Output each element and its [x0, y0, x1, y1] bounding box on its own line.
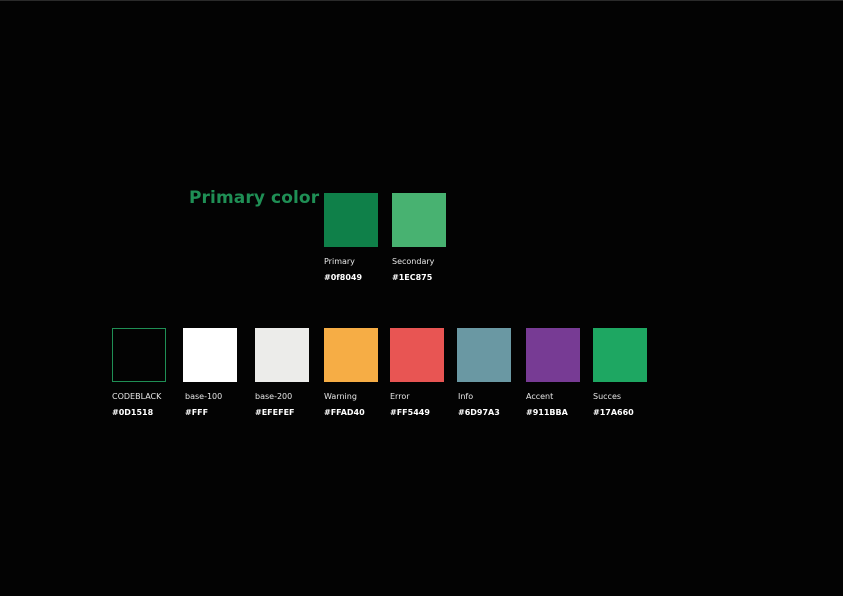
color-swatch: [324, 328, 378, 382]
color-swatch: [112, 328, 166, 382]
swatch-hex: #0f8049: [324, 273, 363, 282]
swatch-hex: #6D97A3: [458, 408, 500, 417]
swatch-hex: #17A660: [593, 408, 634, 417]
swatch-hex: #FF5449: [390, 408, 430, 417]
color-swatch: [526, 328, 580, 382]
swatch-name: Succes: [593, 392, 622, 401]
swatch-name: Error: [390, 392, 410, 401]
color-swatch: [593, 328, 647, 382]
swatch-name: Warning: [324, 392, 357, 401]
swatch-name: CODEBLACK: [112, 392, 162, 401]
swatch-name: Accent: [526, 392, 554, 401]
swatch-card-secondary: Secondary #1EC875: [392, 193, 482, 282]
color-swatch: [390, 328, 444, 382]
swatch-hex: #0D1518: [112, 408, 154, 417]
page-title: Primary color: [189, 188, 320, 208]
swatch-name: base-200: [255, 392, 293, 401]
swatch-name: Primary: [324, 257, 355, 266]
swatch-hex: #EFEFEF: [255, 408, 295, 417]
color-swatch: [324, 193, 378, 247]
color-swatch: [457, 328, 511, 382]
swatch-name: base-100: [185, 392, 223, 401]
swatch-hex: #1EC875: [392, 273, 433, 282]
top-border: [0, 0, 843, 1]
color-swatch: [255, 328, 309, 382]
color-swatch: [183, 328, 237, 382]
swatch-name: Secondary: [392, 257, 435, 266]
color-swatch: [392, 193, 446, 247]
swatch-name: Info: [458, 392, 474, 401]
swatch-hex: #FFAD40: [324, 408, 365, 417]
swatch-hex: #911BBA: [526, 408, 568, 417]
swatch-card-succes: Succes #17A660: [593, 328, 683, 417]
swatch-hex: #FFF: [185, 408, 209, 417]
